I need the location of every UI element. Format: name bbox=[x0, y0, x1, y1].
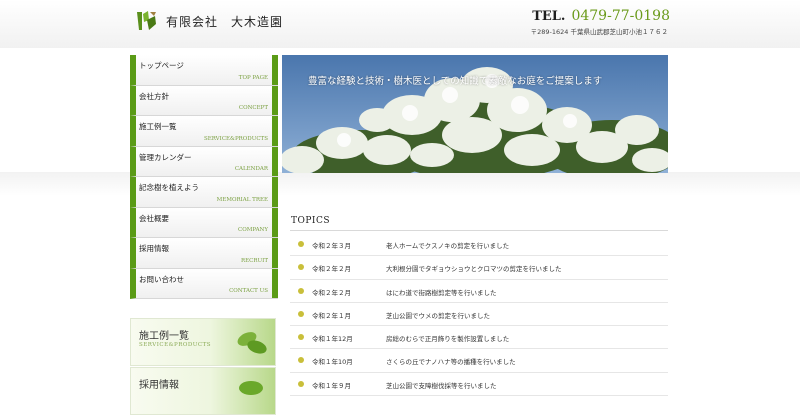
service-products-banner[interactable]: 施工例一覧 SERVICE&PRODUCTS bbox=[130, 318, 276, 366]
nav-item-sublabel: CALENDAR bbox=[234, 166, 268, 172]
nav-item-sublabel: CONCEPT bbox=[238, 105, 268, 111]
nav-item-label: 採用情報 bbox=[139, 244, 169, 253]
topic-text[interactable]: さくらの丘でナノハナ等の播種を行いました bbox=[386, 356, 516, 366]
nav-item-sublabel: RECRUIT bbox=[241, 257, 268, 264]
tel-label: TEL. bbox=[532, 9, 566, 24]
sidebar-nav: トップページ TOP PAGE 会社方針 CONCEPT 施工例一覧 SERVI… bbox=[130, 55, 278, 299]
nav-item-label: 会社概要 bbox=[139, 213, 169, 223]
nav-item-sublabel: CONTACT US bbox=[229, 288, 268, 294]
topic-date: 令和１年10月 bbox=[312, 358, 353, 367]
topic-date: 令和１年９月 bbox=[312, 381, 351, 390]
bullet-icon bbox=[298, 241, 304, 247]
topic-date: 令和２年２月 bbox=[312, 288, 351, 297]
section-divider-band bbox=[0, 172, 800, 196]
list-item[interactable]: 令和１年12月 房総のむらで正月飾りを製作設置しました bbox=[290, 326, 668, 350]
topic-text[interactable]: 老人ホームでクスノキの剪定を行いました bbox=[386, 240, 509, 250]
list-item[interactable]: 令和２年２月 はにわ道で街路樹剪定等を行いました bbox=[290, 280, 668, 303]
phone-number: TEL. 0479-77-0198 bbox=[532, 8, 670, 24]
list-item[interactable]: 令和２年３月 老人ホームでクスノキの剪定を行いました bbox=[290, 233, 668, 257]
topic-text[interactable]: 芝山公園でウメの剪定を行いました bbox=[386, 310, 490, 320]
hero-image: 豊富な経験と技術・樹木医としての知識で素敵なお庭をご提案します bbox=[282, 55, 668, 173]
topic-text[interactable]: 房総のむらで正月飾りを製作設置しました bbox=[386, 333, 509, 343]
nav-item-label: 記念樹を植えよう bbox=[139, 183, 199, 192]
topics-heading: TOPICS bbox=[291, 216, 331, 226]
topics-divider bbox=[290, 230, 668, 231]
company-name[interactable]: 有限会社 大木造園 bbox=[166, 13, 283, 30]
topics-list: 令和２年３月 老人ホームでクスノキの剪定を行いました 令和２年２月 大利根分園で… bbox=[290, 233, 668, 397]
nav-item-sublabel: MEMORIAL TREE bbox=[216, 196, 268, 203]
bullet-icon bbox=[298, 264, 304, 271]
nav-item-calendar[interactable]: 管理カレンダー CALENDAR bbox=[130, 146, 278, 177]
topic-date: 令和２年３月 bbox=[312, 242, 351, 250]
nav-item-sublabel: COMPANY bbox=[238, 227, 268, 233]
nav-item-recruit[interactable]: 採用情報 RECRUIT bbox=[130, 238, 278, 269]
nav-item-label: 会社方針 bbox=[139, 91, 169, 101]
nav-item-memorial-tree[interactable]: 記念樹を植えよう MEMORIAL TREE bbox=[130, 177, 278, 208]
leaf-icon bbox=[239, 381, 263, 395]
leaf-icon bbox=[237, 332, 267, 354]
topic-text[interactable]: 芝山公園で支障樹伐採等を行いました bbox=[386, 380, 497, 390]
recruit-banner[interactable]: 採用情報 bbox=[130, 367, 276, 415]
nav-item-label: トップページ bbox=[139, 61, 184, 70]
company-logo[interactable] bbox=[134, 10, 158, 32]
list-item[interactable]: 令和２年２月 大利根分園でタギョウショウとクロマツの剪定を行いました bbox=[290, 256, 668, 280]
banner-title: 施工例一覧 bbox=[139, 331, 189, 342]
nav-item-sublabel: TOP PAGE bbox=[238, 74, 268, 81]
nav-item-contact[interactable]: お問い合わせ CONTACT US bbox=[130, 268, 278, 299]
bullet-icon bbox=[298, 334, 304, 341]
nav-item-sublabel: SERVICE&PRODUCTS bbox=[203, 135, 268, 142]
nav-item-label: お問い合わせ bbox=[139, 274, 184, 284]
bullet-icon bbox=[298, 287, 304, 294]
bullet-icon bbox=[298, 310, 304, 317]
nav-item-company[interactable]: 会社概要 COMPANY bbox=[130, 207, 278, 238]
nav-item-label: 管理カレンダー bbox=[139, 152, 192, 162]
nav-item-service-products[interactable]: 施工例一覧 SERVICE&PRODUCTS bbox=[130, 116, 278, 147]
topic-date: 令和２年１月 bbox=[312, 311, 351, 320]
header-background bbox=[0, 0, 800, 48]
tel-number: 0479-77-0198 bbox=[571, 8, 670, 24]
nav-item-top-page[interactable]: トップページ TOP PAGE bbox=[130, 55, 278, 86]
nav-item-concept[interactable]: 会社方針 CONCEPT bbox=[130, 85, 278, 116]
banner-subtitle: SERVICE&PRODUCTS bbox=[139, 342, 212, 348]
topic-text[interactable]: はにわ道で街路樹剪定等を行いました bbox=[386, 287, 497, 297]
list-item[interactable]: 令和１年９月 芝山公園で支障樹伐採等を行いました bbox=[290, 373, 668, 397]
list-item[interactable]: 令和１年10月 さくらの丘でナノハナ等の播種を行いました bbox=[290, 349, 668, 373]
topic-date: 令和２年２月 bbox=[312, 265, 351, 274]
address: 〒289-1624 千葉県山武郡芝山町小池１７６２ bbox=[530, 28, 668, 36]
topic-date: 令和１年12月 bbox=[312, 335, 353, 344]
bullet-icon bbox=[298, 357, 304, 364]
nav-item-label: 施工例一覧 bbox=[139, 122, 177, 131]
list-item[interactable]: 令和２年１月 芝山公園でウメの剪定を行いました bbox=[290, 303, 668, 327]
topic-text[interactable]: 大利根分園でタギョウショウとクロマツの剪定を行いました bbox=[386, 263, 562, 273]
hero-caption: 豊富な経験と技術・樹木医としての知識で素敵なお庭をご提案します bbox=[308, 76, 603, 87]
